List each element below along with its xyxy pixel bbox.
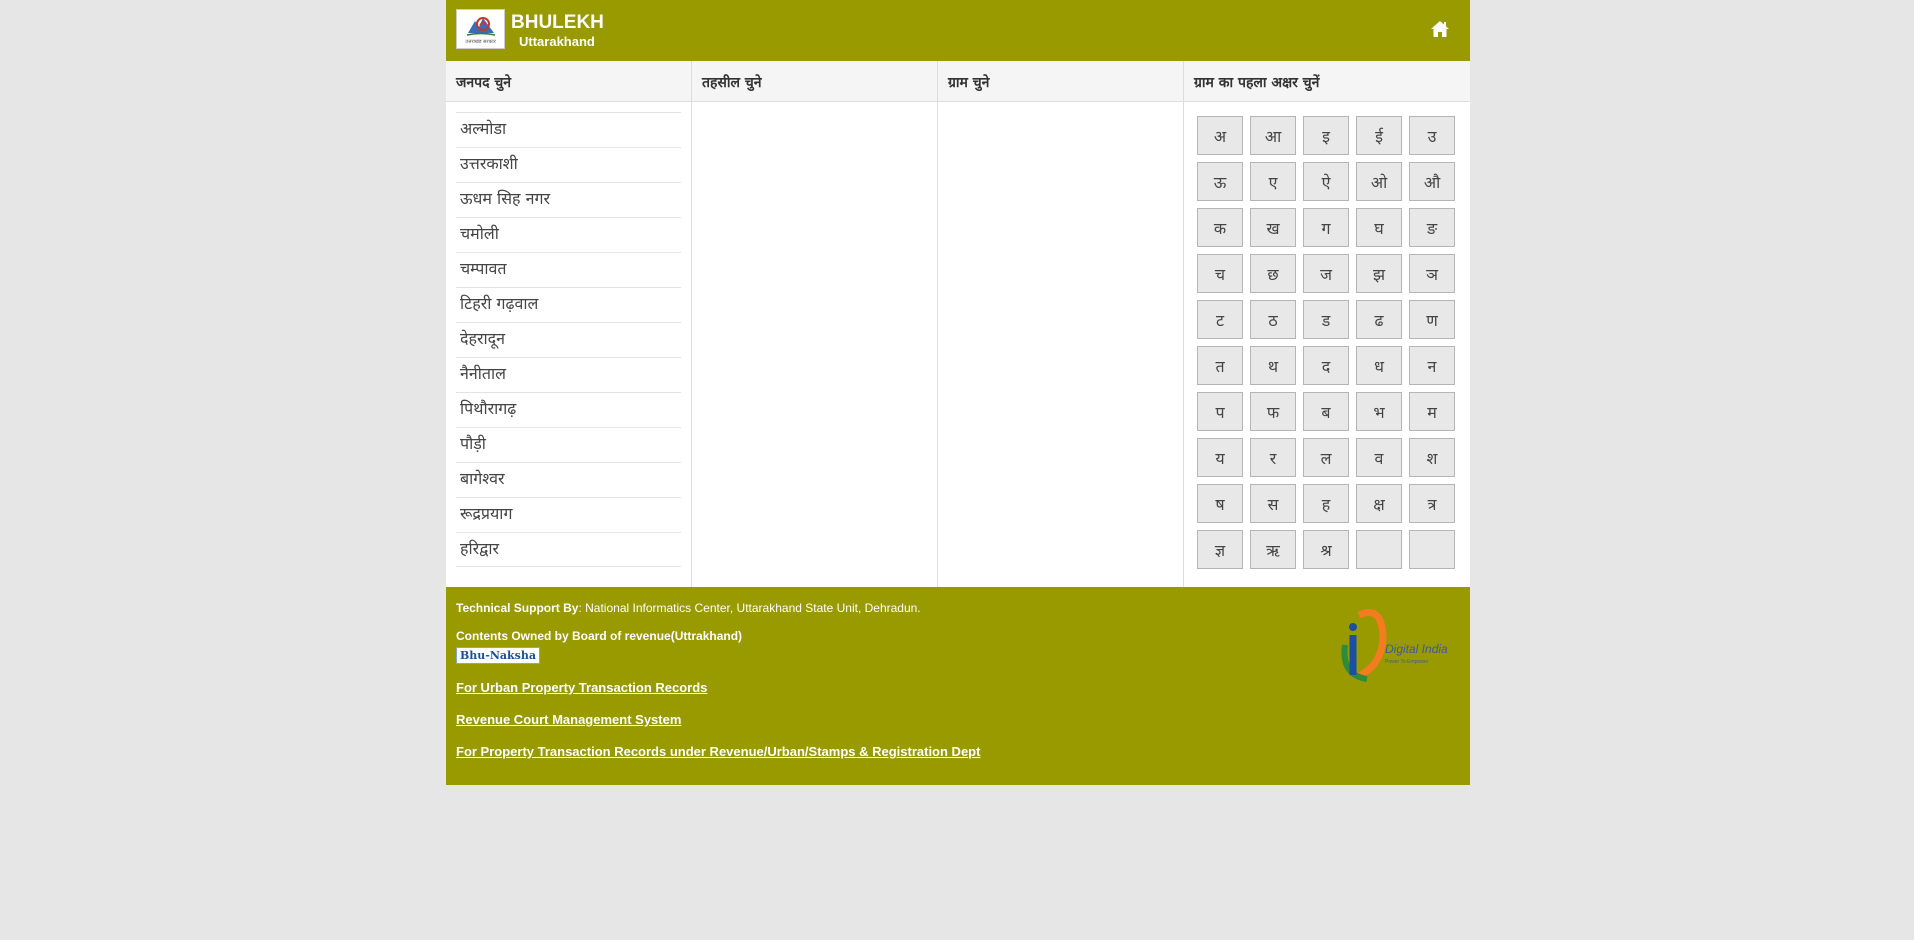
letter-button[interactable]: म (1409, 392, 1455, 431)
letter-button[interactable]: फ (1250, 392, 1296, 431)
district-item[interactable]: टिहरी गढ़वाल (456, 287, 681, 322)
district-header: जनपद चुने (446, 61, 691, 102)
district-column: जनपद चुने अल्मोडा उत्तरकाशी ऊधम सिह नगर चमो… (446, 61, 692, 587)
letter-button[interactable]: उ (1409, 116, 1455, 155)
letter-grid: अआइईउऊएऐओऔकखगघङचछजझञटठडढणतथदधनपफबभमयरलवश… (1184, 102, 1470, 583)
letter-button[interactable]: श्र (1303, 530, 1349, 569)
district-item[interactable]: देहरादून (456, 322, 681, 357)
letter-button[interactable]: द (1303, 346, 1349, 385)
support-text: Technical Support By: National Informati… (456, 601, 921, 615)
property-records-link[interactable]: For Property Transaction Records under R… (456, 744, 980, 759)
letter-button[interactable]: क (1197, 208, 1243, 247)
letter-button[interactable]: त (1197, 346, 1243, 385)
letter-button[interactable]: ब (1303, 392, 1349, 431)
letter-button[interactable]: छ (1250, 254, 1296, 293)
district-item[interactable]: उत्तरकाशी (456, 147, 681, 182)
letter-button[interactable]: र (1250, 438, 1296, 477)
district-item[interactable]: रूद्रप्रयाग (456, 497, 681, 532)
digital-india-title: Digital India (1385, 642, 1448, 656)
letter-button[interactable]: च (1197, 254, 1243, 293)
district-item[interactable]: चमोली (456, 217, 681, 252)
app-title: BHULEKH (511, 12, 604, 33)
owned-text: Contents Owned by Board of revenue(Uttra… (456, 629, 743, 643)
letter-button[interactable]: व (1356, 438, 1402, 477)
letter-button[interactable]: ग (1303, 208, 1349, 247)
letter-button[interactable]: ओ (1356, 162, 1402, 201)
district-item[interactable]: ऊधम सिह नगर (456, 182, 681, 217)
letter-button[interactable]: ष (1197, 484, 1243, 523)
letter-button[interactable]: आ (1250, 116, 1296, 155)
village-header: ग्राम चुने (938, 61, 1183, 102)
letter-button[interactable]: भ (1356, 392, 1402, 431)
letter-header: ग्राम का पहला अक्षर चुनें (1184, 61, 1470, 102)
tehsil-header: तहसील चुने (692, 61, 937, 102)
revenue-court-link[interactable]: Revenue Court Management System (456, 712, 681, 727)
district-item[interactable]: हरिद्वार (456, 532, 681, 567)
letter-button[interactable]: ञ (1409, 254, 1455, 293)
letter-button[interactable]: ध (1356, 346, 1402, 385)
letter-button[interactable]: अ (1197, 116, 1243, 155)
letter-button[interactable]: ठ (1250, 300, 1296, 339)
footer: Technical Support By: National Informati… (446, 587, 1470, 785)
urban-records-link[interactable]: For Urban Property Transaction Records (456, 680, 707, 695)
app-subtitle: Uttarakhand (519, 34, 595, 49)
district-item[interactable]: चम्पावत (456, 252, 681, 287)
letter-button[interactable]: झ (1356, 254, 1402, 293)
letter-button[interactable]: प (1197, 392, 1243, 431)
district-item[interactable]: अल्मोडा (456, 112, 681, 147)
letter-button[interactable]: ङ (1409, 208, 1455, 247)
selection-grid: जनपद चुने अल्मोडा उत्तरकाशी ऊधम सिह नगर चमो… (446, 61, 1470, 587)
letter-button[interactable]: इ (1303, 116, 1349, 155)
letter-button[interactable]: ए (1250, 162, 1296, 201)
district-item[interactable]: नैनीताल (456, 357, 681, 392)
letter-button[interactable] (1356, 530, 1402, 569)
letter-button[interactable]: श (1409, 438, 1455, 477)
letter-button[interactable]: ह (1303, 484, 1349, 523)
digital-india-tagline: Power To Empower (1385, 659, 1429, 665)
letter-button[interactable]: ऐ (1303, 162, 1349, 201)
letter-button[interactable]: ई (1356, 116, 1402, 155)
uttarakhand-logo[interactable]: उत्तराखंड सरकार (456, 9, 505, 49)
logo-caption: उत्तराखंड सरकार (465, 39, 496, 45)
district-item[interactable]: पौड़ी (456, 427, 681, 462)
letter-button[interactable]: ऊ (1197, 162, 1243, 201)
emblem-icon (466, 17, 495, 36)
page-container: उत्तराखंड सरकार BHULEKH Uttarakhand जनपद… (446, 0, 1470, 785)
letter-button[interactable]: ऋ (1250, 530, 1296, 569)
digital-india-logo: Digital India Power To Empower (1341, 609, 1448, 682)
letter-button[interactable]: ड (1303, 300, 1349, 339)
letter-button[interactable]: न (1409, 346, 1455, 385)
letter-button[interactable]: ख (1250, 208, 1296, 247)
letter-button[interactable]: औ (1409, 162, 1455, 201)
tehsil-column: तहसील चुने (692, 61, 938, 587)
district-item[interactable]: बागेश्वर (456, 462, 681, 497)
bhunaksha-link[interactable]: Bhu-Naksha (456, 647, 540, 664)
district-list: अल्मोडा उत्तरकाशी ऊधम सिह नगर चमोली चम्पावत ट… (446, 102, 691, 567)
letter-button[interactable]: घ (1356, 208, 1402, 247)
support-label: Technical Support By (456, 601, 579, 615)
letter-button[interactable]: स (1250, 484, 1296, 523)
letter-button[interactable]: ढ (1356, 300, 1402, 339)
letter-button[interactable]: थ (1250, 346, 1296, 385)
district-item[interactable]: पिथौरागढ़ (456, 392, 681, 427)
letter-button[interactable]: य (1197, 438, 1243, 477)
letter-button[interactable]: ण (1409, 300, 1455, 339)
home-icon[interactable] (1430, 20, 1450, 38)
header-bar: उत्तराखंड सरकार BHULEKH Uttarakhand (446, 0, 1470, 61)
letter-button[interactable] (1409, 530, 1455, 569)
letter-button[interactable]: ल (1303, 438, 1349, 477)
village-column: ग्राम चुने (938, 61, 1184, 587)
letter-button[interactable]: ट (1197, 300, 1243, 339)
letter-column: ग्राम का पहला अक्षर चुनें अआइईउ ऊएऐओऔ कखगघ… (1184, 61, 1470, 587)
letter-button[interactable]: ज (1303, 254, 1349, 293)
support-detail: : National Informatics Center, Uttarakha… (578, 601, 921, 615)
letter-button[interactable]: क्ष (1356, 484, 1402, 523)
letter-button[interactable]: ज्ञ (1197, 530, 1243, 569)
letter-button[interactable]: त्र (1409, 484, 1455, 523)
